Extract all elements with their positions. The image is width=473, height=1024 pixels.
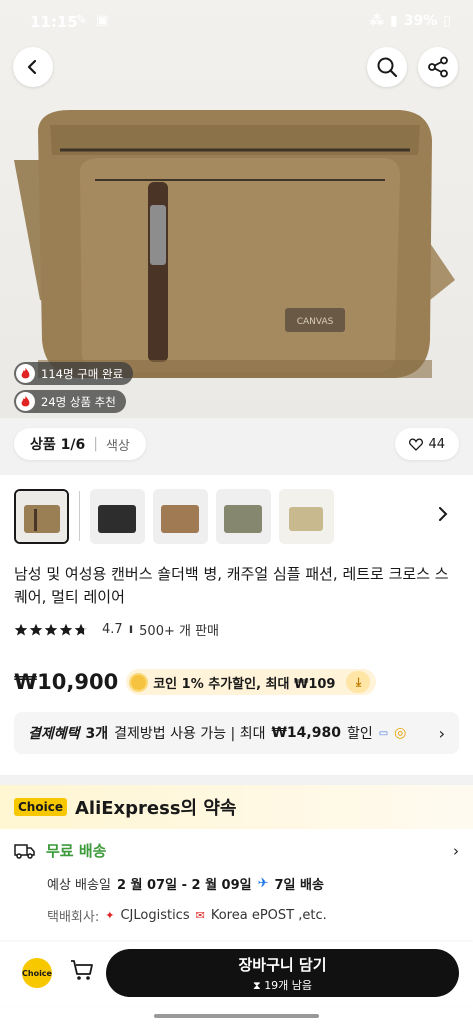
star-icon xyxy=(59,623,73,635)
rating-stars xyxy=(14,623,88,637)
star-half-icon xyxy=(74,623,88,635)
recommend-count-text: 24명 상품 추천 xyxy=(41,394,116,409)
purchase-count-badge: 114명 구매 완료 xyxy=(14,362,134,385)
truck-icon xyxy=(14,843,35,859)
signal-icon: ▮ xyxy=(390,13,398,29)
carrier-korea-post: Korea ePOST ,etc. xyxy=(210,908,327,923)
fire-icon xyxy=(16,392,35,411)
cart-button[interactable] xyxy=(70,959,94,985)
thumbnail-5[interactable] xyxy=(279,488,334,544)
carrier-row: 택배회사: ✦ CJLogistics ✉ Korea ePOST ,etc. xyxy=(47,906,459,925)
coin-discount-text: 코인 1% 추가할인, 최대 ₩109 xyxy=(153,676,336,692)
wishlist-button[interactable]: 44 xyxy=(395,428,459,460)
wishlist-count: 44 xyxy=(428,436,445,452)
coin-icon xyxy=(129,672,149,692)
stock-remaining-text: 19개 남음 xyxy=(264,978,313,992)
carrier-cj: CJLogistics xyxy=(120,908,190,923)
payment-text: 결제방법 사용 가능 | 최대 xyxy=(114,726,266,742)
thumbnail-2[interactable] xyxy=(90,488,145,544)
chevron-right-icon: › xyxy=(453,841,459,860)
status-right: ⁂ ▮ 39% ▯ xyxy=(370,13,451,29)
chevron-right-icon: › xyxy=(438,723,445,743)
home-indicator xyxy=(154,1014,319,1018)
recommend-count-badge: 24명 상품 추천 xyxy=(14,390,126,413)
free-shipping-row[interactable]: 무료 배송 › xyxy=(14,840,459,861)
delivery-estimate-label: 예상 배송일 xyxy=(47,878,111,893)
promise-title: AliExpress의 약속 xyxy=(74,798,237,819)
choice-label: Choice xyxy=(22,968,52,978)
search-icon xyxy=(377,57,398,78)
thumbnail-4[interactable] xyxy=(216,488,271,544)
payment-suffix: 할인 xyxy=(346,726,373,742)
battery-level: 39% xyxy=(403,13,438,29)
medal-icon: ◎ xyxy=(394,725,407,741)
star-icon xyxy=(14,623,28,635)
notification-icon: ✎ xyxy=(76,13,87,28)
share-icon xyxy=(428,56,448,78)
delivery-days: 7일 배송 xyxy=(274,878,324,893)
choice-badge: Choice xyxy=(14,798,67,816)
chevron-right-icon xyxy=(439,507,448,521)
add-to-cart-label: 장바구니 담기 xyxy=(238,955,327,974)
section-separator xyxy=(0,775,473,785)
choice-button[interactable]: Choice xyxy=(22,958,52,988)
rating-row[interactable]: 4.7 ı 500+ 개 판매 xyxy=(14,620,219,639)
product-title: 남성 및 여성용 캔버스 숄더백 병, 캐주얼 심플 패션, 레트로 크로스 스… xyxy=(14,565,449,606)
gallery-color-label: 색상 xyxy=(105,438,130,454)
korea-post-logo-icon: ✉ xyxy=(195,909,205,922)
thumbnail-next-button[interactable] xyxy=(437,505,449,526)
search-button[interactable] xyxy=(367,47,407,87)
rating-value: 4.7 xyxy=(102,622,123,637)
svg-text:CANVAS: CANVAS xyxy=(297,317,334,327)
coin-discount-pill[interactable]: 코인 1% 추가할인, 최대 ₩109 ⤓ xyxy=(126,669,377,695)
bottom-action-bar: Choice 장바구니 담기 ⧗ 19개 남음 xyxy=(0,942,473,1006)
carrier-label: 택배회사: xyxy=(47,910,100,925)
status-bar: 11:15 ✎ ▣ ⁂ ▮ 39% ▯ xyxy=(0,0,473,46)
payment-benefit-label: 결제혜택 xyxy=(28,726,80,742)
battery-icon: ▯ xyxy=(443,13,451,29)
aliexpress-promise-header: Choice AliExpress의 약속 xyxy=(0,785,473,829)
chevron-left-icon xyxy=(27,59,37,75)
gallery-counter-label: 상품 1/6 xyxy=(30,437,86,453)
airplane-icon: ✈ xyxy=(257,876,269,891)
status-time: 11:15 xyxy=(30,13,78,31)
stock-remaining: ⧗ 19개 남음 xyxy=(253,977,312,993)
star-icon xyxy=(29,623,43,635)
payment-count: 3개 xyxy=(85,726,109,742)
thumbnail-1[interactable] xyxy=(14,488,69,544)
free-shipping-title: 무료 배송 xyxy=(46,842,107,860)
price-row: ₩10,900 코인 1% 추가할인, 최대 ₩109 ⤓ xyxy=(14,669,377,695)
star-icon xyxy=(44,623,58,635)
cj-logo-icon: ✦ xyxy=(105,909,115,922)
delivery-estimate-row: 예상 배송일 2 월 07일 - 2 월 09일 ✈ 7일 배송 xyxy=(47,874,459,893)
gallery-bar: 상품 1/6 | 색상 44 xyxy=(0,425,473,465)
gallery-counter[interactable]: 상품 1/6 | 색상 xyxy=(14,428,146,460)
purchase-count-text: 114명 구매 완료 xyxy=(41,366,124,381)
share-button[interactable] xyxy=(418,47,458,87)
download-icon: ⤓ xyxy=(346,671,371,693)
thumbnail-3[interactable] xyxy=(153,488,208,544)
price: ₩10,900 xyxy=(14,670,119,694)
card-icon: ▭ xyxy=(378,727,389,739)
shipping-section[interactable]: 무료 배송 › 예상 배송일 2 월 07일 - 2 월 09일 ✈ 7일 배송… xyxy=(14,840,459,925)
back-button[interactable] xyxy=(13,47,53,87)
delivery-dates: 2 월 07일 - 2 월 09일 xyxy=(116,878,252,893)
payment-benefit-box[interactable]: 결제혜택 3개 결제방법 사용 가능 | 최대 ₩14,980 할인 ▭ ◎ › xyxy=(14,712,459,754)
add-to-cart-button[interactable]: 장바구니 담기 ⧗ 19개 남음 xyxy=(106,949,459,997)
fire-icon xyxy=(16,364,35,383)
hourglass-icon: ⧗ xyxy=(252,978,261,992)
sold-count: 500+ 개 판매 xyxy=(139,624,220,639)
thumbnail-strip xyxy=(14,487,459,545)
payment-max: ₩14,980 xyxy=(271,725,341,741)
heart-icon xyxy=(409,438,424,451)
wifi-icon: ⁂ xyxy=(369,13,385,29)
app-icon: ▣ xyxy=(96,13,109,28)
cart-icon xyxy=(71,960,93,980)
